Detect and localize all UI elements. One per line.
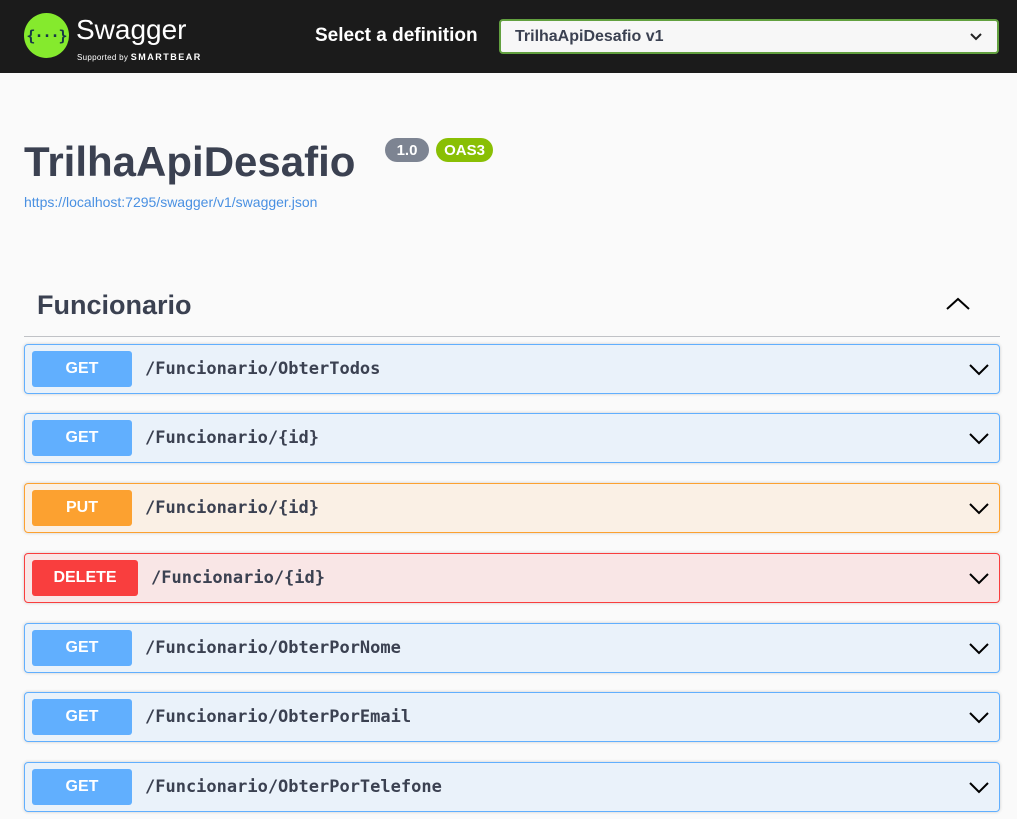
top-bar: {···} Swagger Supported by SMARTBEAR Sel… — [0, 0, 1017, 73]
chevron-down-icon[interactable] — [969, 360, 989, 378]
brand-subtitle: Supported by SMARTBEAR — [77, 52, 202, 62]
method-badge: GET — [32, 420, 132, 456]
chevron-down-icon[interactable] — [969, 708, 989, 726]
operation-get[interactable]: GET /Funcionario/ObterPorTelefone — [24, 762, 1000, 812]
operation-path: /Funcionario/ObterPorNome — [145, 638, 401, 658]
method-badge: DELETE — [32, 560, 138, 596]
tag-funcionario-header[interactable]: Funcionario — [24, 280, 1000, 337]
oas-badge: OAS3 — [436, 138, 493, 162]
operation-path: /Funcionario/ObterTodos — [145, 359, 381, 379]
method-badge: GET — [32, 630, 132, 666]
chevron-down-icon[interactable] — [969, 569, 989, 587]
chevron-down-icon[interactable] — [969, 778, 989, 796]
selected-definition: TrilhaApiDesafio v1 — [515, 27, 664, 45]
operation-get[interactable]: GET /Funcionario/ObterTodos — [24, 344, 1000, 394]
operation-get[interactable]: GET /Funcionario/ObterPorNome — [24, 623, 1000, 673]
supported-by: Supported by — [77, 53, 129, 62]
chevron-down-icon — [970, 32, 982, 40]
brand-name[interactable]: Swagger — [76, 14, 187, 46]
select-definition-label: Select a definition — [315, 25, 478, 46]
tag-name: Funcionario — [37, 290, 192, 320]
chevron-down-icon[interactable] — [969, 639, 989, 657]
operation-put[interactable]: PUT /Funcionario/{id} — [24, 483, 1000, 533]
swagger-logo-icon[interactable]: {···} — [24, 13, 69, 58]
operation-path: /Funcionario/ObterPorTelefone — [145, 777, 442, 797]
chevron-down-icon[interactable] — [969, 429, 989, 447]
spec-url-link[interactable]: https://localhost:7295/swagger/v1/swagge… — [24, 194, 317, 210]
definition-select[interactable]: TrilhaApiDesafio v1 — [499, 19, 999, 54]
version-badge: 1.0 — [385, 138, 429, 162]
operation-path: /Funcionario/{id} — [151, 568, 325, 588]
method-badge: GET — [32, 351, 132, 387]
method-badge: GET — [32, 769, 132, 805]
chevron-up-icon[interactable] — [946, 294, 970, 314]
api-title: TrilhaApiDesafio — [24, 138, 356, 185]
method-badge: PUT — [32, 490, 132, 526]
operation-get[interactable]: GET /Funcionario/{id} — [24, 413, 1000, 463]
operation-path: /Funcionario/{id} — [145, 428, 319, 448]
operation-get[interactable]: GET /Funcionario/ObterPorEmail — [24, 692, 1000, 742]
operation-path: /Funcionario/{id} — [145, 498, 319, 518]
operation-delete[interactable]: DELETE /Funcionario/{id} — [24, 553, 1000, 603]
operation-path: /Funcionario/ObterPorEmail — [145, 707, 412, 727]
smartbear-logo: SMARTBEAR — [130, 52, 202, 62]
method-badge: GET — [32, 699, 132, 735]
chevron-down-icon[interactable] — [969, 499, 989, 517]
